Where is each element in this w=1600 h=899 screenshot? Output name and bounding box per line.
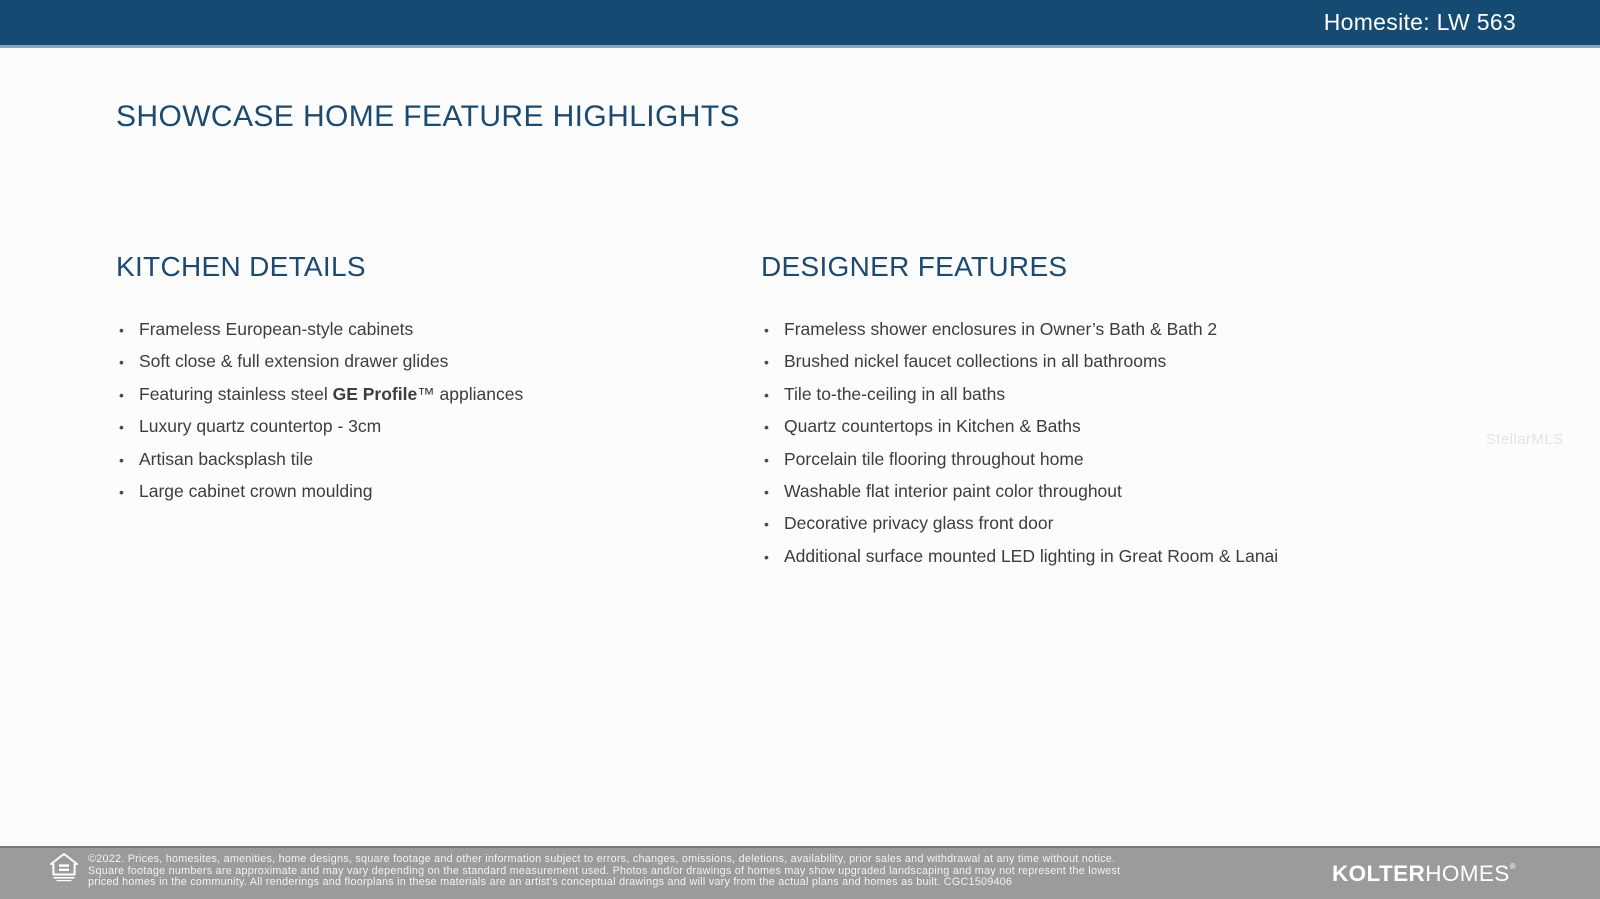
showcase-slide: Homesite: LW 563 SHOWCASE HOME FEATURE H… [0, 0, 1600, 899]
disclaimer-line: ©2022. Prices, homesites, amenities, hom… [88, 854, 1120, 866]
stellar-mls-watermark: StellarMLS [1486, 431, 1563, 448]
text-segment: Featuring stainless steel [139, 384, 333, 404]
list-item-text: Featuring stainless steel GE Profile™ ap… [139, 384, 523, 405]
bullet-icon: • [761, 549, 784, 565]
bullet-icon: • [116, 322, 139, 338]
bullet-icon: • [761, 516, 784, 532]
list-item: • Featuring stainless steel GE Profile™ … [116, 384, 736, 416]
list-item-text: Quartz countertops in Kitchen & Baths [784, 416, 1081, 437]
bullet-icon: • [761, 484, 784, 500]
list-item: • Soft close & full extension drawer gli… [116, 351, 736, 383]
list-item: • Porcelain tile flooring throughout hom… [761, 449, 1481, 481]
list-item-text: Frameless shower enclosures in Owner’s B… [784, 319, 1217, 340]
registered-mark: ® [1510, 862, 1516, 871]
list-item-text: Large cabinet crown moulding [139, 481, 372, 502]
list-item-text: Artisan backsplash tile [139, 449, 313, 470]
footer-bar: ©2022. Prices, homesites, amenities, hom… [0, 846, 1600, 899]
designer-features-section: DESIGNER FEATURES • Frameless shower enc… [761, 251, 1481, 578]
bullet-icon: • [761, 354, 784, 370]
list-item: • Additional surface mounted LED lightin… [761, 546, 1481, 578]
list-item-text: Frameless European-style cabinets [139, 319, 413, 340]
bullet-icon: • [116, 452, 139, 468]
list-item-text: Brushed nickel faucet collections in all… [784, 351, 1166, 372]
equal-housing-icon [50, 853, 78, 888]
text-segment: ™ appliances [417, 384, 523, 404]
bullet-icon: • [116, 419, 139, 435]
disclaimer-text: ©2022. Prices, homesites, amenities, hom… [88, 854, 1120, 889]
logo-text-bold: KOLTER [1332, 861, 1425, 886]
kitchen-details-section: KITCHEN DETAILS • Frameless European-sty… [116, 251, 736, 513]
list-item: • Luxury quartz countertop - 3cm [116, 416, 736, 448]
list-item: • Frameless shower enclosures in Owner’s… [761, 319, 1481, 351]
list-item: • Brushed nickel faucet collections in a… [761, 351, 1481, 383]
list-item: • Tile to-the-ceiling in all baths [761, 384, 1481, 416]
list-item: • Frameless European-style cabinets [116, 319, 736, 351]
homesite-label: Homesite: LW 563 [1324, 9, 1600, 36]
list-item-text: Washable flat interior paint color throu… [784, 481, 1122, 502]
header-bar: Homesite: LW 563 [0, 0, 1600, 48]
bullet-icon: • [761, 322, 784, 338]
brand-text-segment: GE Profile [333, 384, 418, 404]
designer-features-heading: DESIGNER FEATURES [761, 251, 1481, 283]
kitchen-details-list: • Frameless European-style cabinets • So… [116, 319, 736, 513]
list-item-text: Porcelain tile flooring throughout home [784, 449, 1084, 470]
list-item: • Washable flat interior paint color thr… [761, 481, 1481, 513]
bullet-icon: • [761, 387, 784, 403]
bullet-icon: • [761, 452, 784, 468]
bullet-icon: • [116, 387, 139, 403]
bullet-icon: • [761, 419, 784, 435]
page-title: SHOWCASE HOME FEATURE HIGHLIGHTS [116, 100, 740, 134]
list-item-text: Tile to-the-ceiling in all baths [784, 384, 1005, 405]
kolter-homes-logo: KOLTERHOMES® [1332, 861, 1516, 887]
list-item: • Quartz countertops in Kitchen & Baths [761, 416, 1481, 448]
logo-text-light: HOMES [1425, 861, 1510, 886]
bullet-icon: • [116, 354, 139, 370]
list-item-text: Soft close & full extension drawer glide… [139, 351, 448, 372]
list-item-text: Decorative privacy glass front door [784, 513, 1053, 534]
kitchen-details-heading: KITCHEN DETAILS [116, 251, 736, 283]
disclaimer-line: priced homes in the community. All rende… [88, 877, 1120, 889]
designer-features-list: • Frameless shower enclosures in Owner’s… [761, 319, 1481, 578]
list-item: • Decorative privacy glass front door [761, 513, 1481, 545]
list-item: • Large cabinet crown moulding [116, 481, 736, 513]
bullet-icon: • [116, 484, 139, 500]
list-item-text: Additional surface mounted LED lighting … [784, 546, 1278, 567]
list-item-text: Luxury quartz countertop - 3cm [139, 416, 381, 437]
list-item: • Artisan backsplash tile [116, 449, 736, 481]
